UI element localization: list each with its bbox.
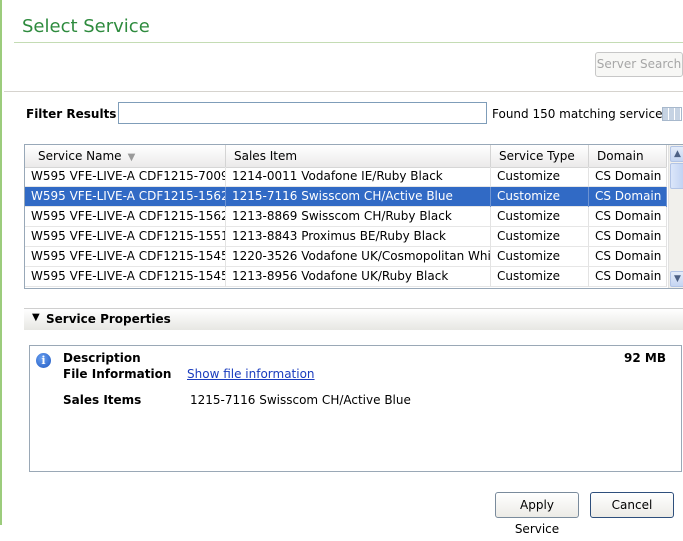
cell-service-name: W595 VFE-LIVE-A CDF1215-1562	[25, 187, 226, 207]
cell-sales-item: 1215-7116 Swisscom CH/Active Blue	[226, 187, 491, 207]
cell-service-name: W595 VFE-LIVE-A CDF1215-1545	[25, 247, 226, 267]
cell-service-name: W595 VFE-LIVE-A CDF1215-7009	[25, 167, 226, 187]
cell-domain: CS Domain	[589, 207, 667, 227]
cell-domain: CS Domain	[589, 247, 667, 267]
column-header-service-type[interactable]: Service Type	[491, 145, 589, 167]
column-header-sales-item[interactable]: Sales Item	[226, 145, 491, 167]
cell-service-type: Customize	[491, 267, 589, 287]
table-header: Service Name ▼ Sales Item Service Type Do…	[25, 145, 667, 168]
found-count-text: Found 150 matching services.	[492, 107, 673, 121]
cell-sales-item: 1213-8869 Swisscom CH/Ruby Black	[226, 207, 491, 227]
cell-service-type: Customize	[491, 167, 589, 187]
sort-down-icon: ▼	[127, 152, 136, 163]
service-properties-header[interactable]: ▼ Service Properties	[24, 308, 683, 330]
dialog-frame: Select Service Server Search Filter Resu…	[0, 0, 683, 536]
table-row[interactable]: W595 VFE-LIVE-A CDF1215-1545 1220-3526 V…	[25, 247, 667, 267]
description-label: Description	[63, 351, 141, 365]
cell-service-name: W595 VFE-LIVE-A CDF1215-1545	[25, 267, 226, 287]
cell-sales-item: 1214-0011 Vodafone IE/Ruby Black	[226, 167, 491, 187]
show-file-information-link[interactable]: Show file information	[187, 367, 315, 381]
sales-items-label: Sales Items	[63, 393, 142, 407]
column-header-domain[interactable]: Domain	[589, 145, 667, 167]
service-properties-panel: i Description 92 MB File Information Sho…	[29, 345, 682, 472]
cell-service-type: Customize	[491, 247, 589, 267]
cell-sales-item: 1220-3526 Vodafone UK/Cosmopolitan White	[226, 247, 491, 267]
page-title: Select Service	[22, 16, 150, 37]
table-row[interactable]: W595 VFE-LIVE-A CDF1215-1551 1213-8843 P…	[25, 227, 667, 247]
cell-domain: CS Domain	[589, 227, 667, 247]
section-title: Service Properties	[46, 312, 171, 326]
title-divider	[14, 42, 683, 43]
cell-sales-item: 1213-8956 Vodafone UK/Ruby Black	[226, 267, 491, 287]
table-row-selected[interactable]: W595 VFE-LIVE-A CDF1215-1562 1215-7116 S…	[25, 187, 667, 207]
scroll-thumb[interactable]	[670, 163, 683, 189]
cell-service-type: Customize	[491, 187, 589, 207]
filter-input[interactable]	[118, 102, 487, 124]
triangle-down-icon[interactable]: ▼	[32, 312, 40, 323]
column-header-service-name[interactable]: Service Name ▼	[25, 145, 226, 167]
apply-service-button[interactable]: Apply Service	[495, 492, 579, 536]
table-row[interactable]: W595 VFE-LIVE-A CDF1215-7009 1214-0011 V…	[25, 167, 667, 187]
scroll-up-icon[interactable]: ▲	[670, 146, 683, 162]
cell-domain: CS Domain	[589, 167, 667, 187]
cell-service-name: W595 VFE-LIVE-A CDF1215-1562	[25, 207, 226, 227]
file-information-label: File Information	[63, 367, 172, 381]
table-row[interactable]: W595 VFE-LIVE-A CDF1215-1562 1213-8869 S…	[25, 207, 667, 227]
scroll-down-icon[interactable]: ▼	[670, 271, 683, 287]
server-search-button[interactable]: Server Search	[595, 52, 683, 77]
cancel-button[interactable]: Cancel	[590, 492, 674, 518]
services-table: Service Name ▼ Sales Item Service Type Do…	[24, 144, 683, 289]
size-value: 92 MB	[624, 351, 666, 365]
cell-sales-item: 1213-8843 Proximus BE/Ruby Black	[226, 227, 491, 247]
cell-domain: CS Domain	[589, 267, 667, 287]
cell-domain: CS Domain	[589, 187, 667, 207]
title-area: Select Service Server Search	[4, 0, 683, 92]
cell-service-type: Customize	[491, 207, 589, 227]
table-scrollbar[interactable]: ▲ ▼	[668, 145, 683, 288]
table-row[interactable]: W595 VFE-LIVE-A CDF1215-1545 1213-8956 V…	[25, 267, 667, 287]
sales-items-value: 1215-7116 Swisscom CH/Active Blue	[190, 393, 411, 407]
columns-icon[interactable]	[662, 107, 682, 121]
info-icon: i	[36, 353, 51, 368]
filter-label: Filter Results	[26, 107, 117, 121]
cell-service-type: Customize	[491, 227, 589, 247]
cell-service-name: W595 VFE-LIVE-A CDF1215-1551	[25, 227, 226, 247]
